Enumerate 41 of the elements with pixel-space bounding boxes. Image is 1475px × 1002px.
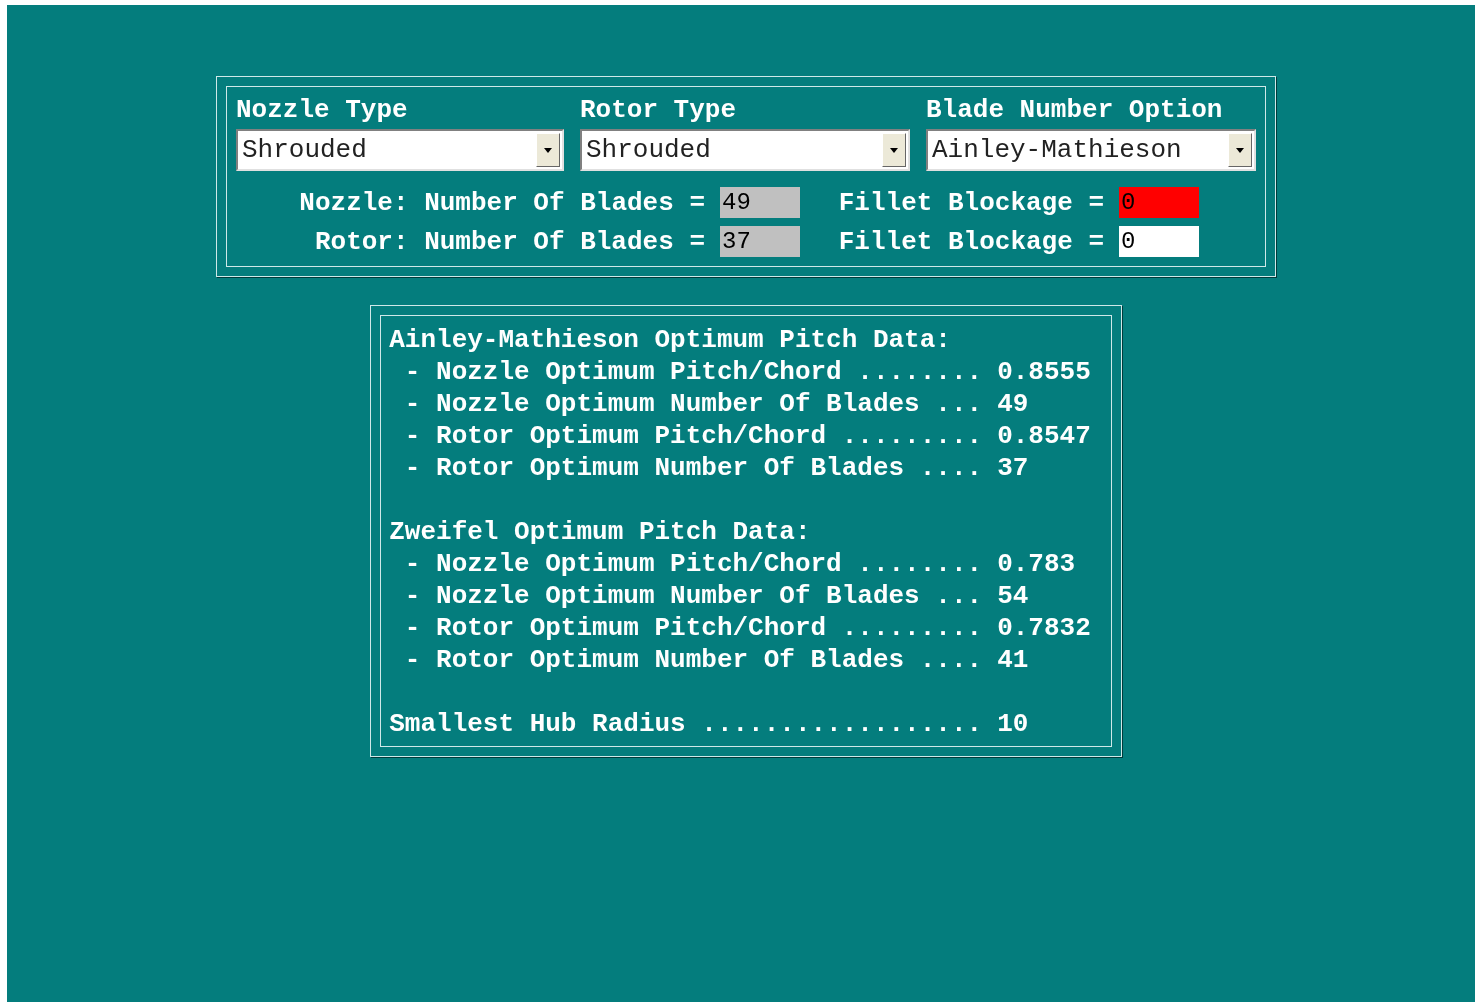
result-label: - Nozzle Optimum Number Of Blades ...	[403, 581, 983, 611]
result-label: - Nozzle Optimum Pitch/Chord ........	[403, 549, 983, 579]
caret-icon	[890, 147, 898, 153]
dropdown-label: Blade Number Option	[926, 95, 1223, 125]
result-label: - Rotor Optimum Pitch/Chord .........	[403, 421, 983, 451]
fillet-blockage-field[interactable]: 0	[1119, 187, 1199, 218]
result-label: - Rotor Optimum Number Of Blades ....	[403, 645, 983, 675]
section-title: Zweifel Optimum Pitch Data:	[389, 517, 811, 547]
blade-count-label: Nozzle: Number Of Blades =	[299, 187, 705, 218]
result-label: - Nozzle Optimum Number Of Blades ...	[403, 389, 983, 419]
fillet-blockage-field[interactable]: 0	[1119, 226, 1199, 257]
result-value: 0.7832	[997, 613, 1091, 643]
result-label: Smallest Hub Radius ..................	[389, 709, 983, 739]
result-value: 54	[997, 581, 1029, 611]
dropdown-button[interactable]	[1228, 133, 1252, 167]
result-value: 37	[997, 453, 1029, 483]
result-value: 10	[997, 709, 1029, 739]
dropdown[interactable]: Shrouded	[236, 129, 564, 171]
result-label: - Rotor Optimum Number Of Blades ....	[403, 453, 983, 483]
result-value: 49	[997, 389, 1029, 419]
result-value: 41	[997, 645, 1029, 675]
result-label: - Rotor Optimum Pitch/Chord .........	[403, 613, 983, 643]
dropdown-label: Nozzle Type	[236, 95, 408, 125]
section-title: Ainley-Mathieson Optimum Pitch Data:	[389, 325, 951, 355]
caret-icon	[1236, 147, 1244, 153]
dropdown-value: Shrouded	[242, 135, 367, 165]
dropdown[interactable]: Shrouded	[580, 129, 910, 171]
dropdown-button[interactable]	[536, 133, 560, 167]
dropdown-value: Shrouded	[586, 135, 711, 165]
result-label: - Nozzle Optimum Pitch/Chord ........	[403, 357, 983, 387]
fillet-blockage-label: Fillet Blockage =	[838, 187, 1104, 218]
dropdown[interactable]: Ainley-Mathieson	[926, 129, 1256, 171]
dropdown-button[interactable]	[882, 133, 906, 167]
dropdown-label: Rotor Type	[580, 95, 737, 125]
result-value: 0.8555	[997, 357, 1091, 387]
result-value: 0.8547	[997, 421, 1091, 451]
result-value: 0.783	[997, 549, 1076, 579]
fillet-blockage-label: Fillet Blockage =	[838, 226, 1104, 257]
blade-count-label: Rotor: Number Of Blades =	[314, 226, 705, 257]
caret-icon	[544, 147, 552, 153]
dropdown-value: Ainley-Mathieson	[932, 135, 1182, 165]
